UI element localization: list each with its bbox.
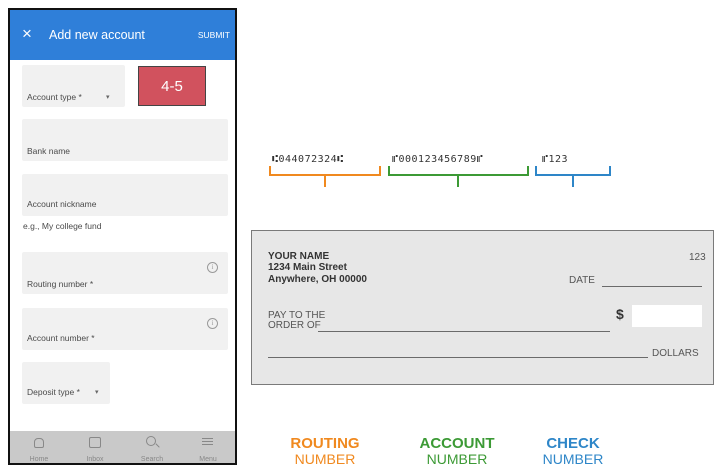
- routing-number-label: Routing number *: [27, 279, 94, 289]
- home-icon: [34, 438, 44, 448]
- nav-home[interactable]: Home: [14, 431, 64, 463]
- bottom-nav: Home Inbox Search Menu: [10, 431, 235, 463]
- account-number-field[interactable]: Account number * i: [22, 308, 228, 350]
- chevron-down-icon: ▾: [106, 94, 110, 101]
- order-of-label: ORDER OF: [268, 320, 321, 331]
- micr-check: ⑈123: [542, 154, 569, 165]
- dollar-sign: $: [616, 306, 624, 322]
- deposit-type-label: Deposit type *: [27, 387, 80, 397]
- bank-name-field[interactable]: Bank name: [22, 119, 228, 161]
- check-name: YOUR NAME: [268, 251, 330, 262]
- submit-button[interactable]: SUBMIT: [198, 30, 230, 40]
- search-icon: [146, 436, 156, 446]
- micr-account: ⑈000123456789⑈: [392, 154, 484, 165]
- menu-icon: [202, 438, 213, 440]
- chevron-down-icon: ▾: [95, 389, 99, 396]
- routing-caption-sub: NUMBER: [294, 451, 356, 467]
- nav-menu-label: Menu: [199, 456, 217, 463]
- nav-search[interactable]: Search: [127, 431, 177, 463]
- nav-home-label: Home: [29, 456, 49, 463]
- nickname-hint: e.g., My college fund: [23, 221, 102, 231]
- info-icon[interactable]: i: [207, 262, 218, 273]
- info-icon[interactable]: i: [207, 318, 218, 329]
- nav-inbox[interactable]: Inbox: [70, 431, 120, 463]
- amount-box: [632, 305, 702, 327]
- account-type-select[interactable]: Account type * ▾: [22, 65, 125, 107]
- step-badge: 4-5: [138, 66, 206, 106]
- account-nickname-label: Account nickname: [27, 199, 97, 209]
- sample-check: YOUR NAME 1234 Main Street Anywhere, OH …: [251, 230, 714, 385]
- dollars-label: DOLLARS: [652, 348, 699, 359]
- account-bracket-stem: [457, 175, 460, 187]
- inbox-icon: [89, 437, 101, 448]
- nav-search-label: Search: [140, 456, 164, 463]
- routing-caption: ROUTING: [290, 435, 360, 452]
- account-caption-sub: NUMBER: [426, 451, 488, 467]
- account-nickname-field[interactable]: Account nickname: [22, 174, 228, 216]
- routing-number-field[interactable]: Routing number * i: [22, 252, 228, 294]
- bank-name-label: Bank name: [27, 146, 70, 156]
- payee-line: [318, 331, 610, 332]
- date-label: DATE: [569, 275, 595, 286]
- routing-bracket-stem: [324, 175, 327, 187]
- app-bar: × Add new account SUBMIT: [10, 10, 235, 60]
- account-number-label: Account number *: [27, 333, 95, 343]
- nav-inbox-label: Inbox: [86, 456, 104, 463]
- deposit-type-select[interactable]: Deposit type * ▾: [22, 362, 110, 404]
- nav-menu[interactable]: Menu: [183, 431, 233, 463]
- check-caption: CHECK: [546, 435, 600, 452]
- check-city: Anywhere, OH 00000: [268, 274, 367, 285]
- check-number: 123: [689, 252, 706, 263]
- check-bracket-stem: [572, 175, 575, 187]
- add-account-screen: × Add new account SUBMIT Account type * …: [8, 8, 237, 465]
- check-street: 1234 Main Street: [268, 262, 347, 273]
- date-line: [602, 286, 702, 287]
- screen-title: Add new account: [49, 28, 145, 42]
- micr-routing: ⑆044072324⑆: [272, 154, 344, 165]
- account-caption: ACCOUNT: [419, 435, 495, 452]
- dollars-line: [268, 357, 648, 358]
- check-caption-sub: NUMBER: [542, 451, 604, 467]
- close-icon[interactable]: ×: [22, 25, 32, 42]
- account-type-label: Account type *: [27, 92, 82, 102]
